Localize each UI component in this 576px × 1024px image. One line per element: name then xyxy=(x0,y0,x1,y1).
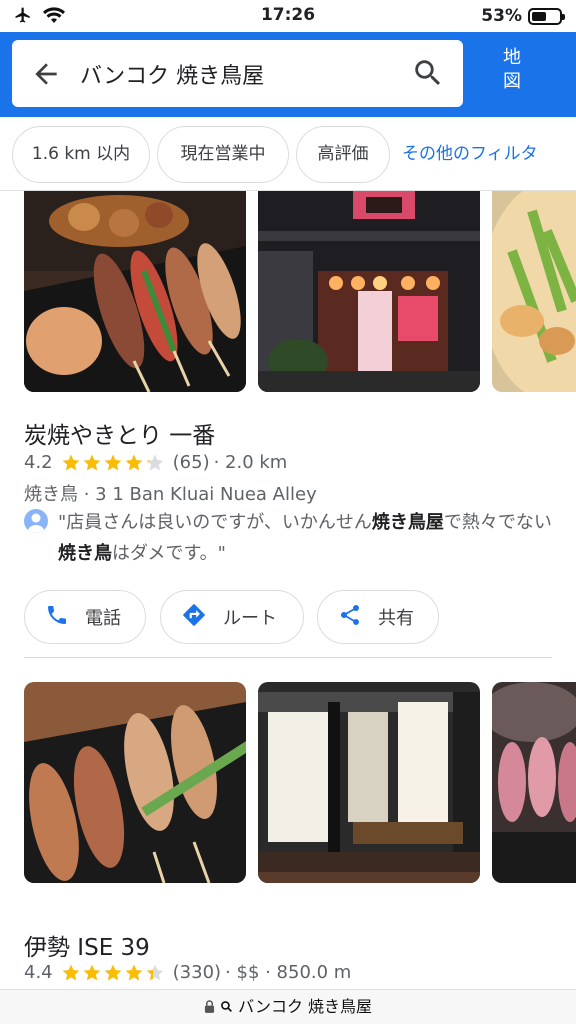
search-header: バンコク 焼き鳥屋 地 図 xyxy=(0,32,576,117)
share-button[interactable]: 共有 xyxy=(317,590,439,644)
lock-icon xyxy=(204,997,220,1016)
star-icon xyxy=(125,964,142,980)
rating-stars xyxy=(61,963,165,983)
phone-icon xyxy=(45,603,69,632)
rating-value: 4.4 xyxy=(24,962,53,983)
search-box[interactable]: バンコク 焼き鳥屋 xyxy=(12,40,463,107)
rating-row: 4.2 (65) · 2.0 km xyxy=(24,452,287,473)
star-icon xyxy=(146,454,163,470)
more-filters-link[interactable]: その他のフィルタ xyxy=(402,126,538,183)
battery-icon xyxy=(528,7,565,25)
result-2-photos xyxy=(24,682,576,883)
search-small-icon xyxy=(220,997,238,1016)
result-name[interactable]: 伊勢 ISE 39 xyxy=(24,928,150,962)
star-icon xyxy=(125,454,142,470)
result-1-photos xyxy=(24,191,576,392)
map-button-label-1: 地 xyxy=(503,47,521,68)
rating-value: 4.2 xyxy=(24,452,53,473)
star-icon xyxy=(83,964,100,980)
filter-chip-top-rated[interactable]: 高評価 xyxy=(296,126,390,183)
call-button[interactable]: 電話 xyxy=(24,590,146,644)
status-bar: 17:26 53% xyxy=(0,0,576,32)
route-button[interactable]: ルート xyxy=(160,590,304,644)
share-icon xyxy=(338,603,362,632)
star-icon xyxy=(62,964,79,980)
star-icon xyxy=(146,964,163,980)
result-photo[interactable] xyxy=(258,682,480,883)
battery-fill xyxy=(532,11,546,21)
result-photo[interactable] xyxy=(258,191,480,392)
share-label: 共有 xyxy=(378,608,414,629)
review-text: "店員さんは良いのですが、いかんせん焼き鳥屋で熱々でない焼き鳥はダメです。" xyxy=(58,512,552,564)
result-photo[interactable] xyxy=(24,682,246,883)
call-label: 電話 xyxy=(85,608,121,629)
directions-icon xyxy=(181,602,207,633)
review-count: (65) xyxy=(172,452,210,473)
star-icon xyxy=(83,454,100,470)
distance: · 2.0 km xyxy=(213,452,288,473)
result-photo[interactable] xyxy=(492,191,576,392)
price-distance: · $$ · 850.0 m xyxy=(225,962,352,983)
map-button-label-2: 図 xyxy=(503,71,521,92)
star-icon xyxy=(62,454,79,470)
search-icon[interactable] xyxy=(411,56,445,90)
filter-bar: 1.6 km 以内 現在営業中 高評価 その他のフィルタ xyxy=(0,117,576,191)
result-divider xyxy=(24,657,552,658)
star-icon xyxy=(104,454,121,470)
category-address: 焼き鳥 · 3 1 Ban Kluai Nuea Alley xyxy=(24,484,317,505)
star-icon xyxy=(104,964,121,980)
review-count: (330) xyxy=(172,962,222,983)
url-text: バンコク 焼き鳥屋 xyxy=(238,997,373,1016)
map-button[interactable]: 地 図 xyxy=(482,46,542,106)
battery-percent: 53% xyxy=(481,6,522,26)
reviewer-avatar-icon xyxy=(24,509,48,533)
search-input[interactable]: バンコク 焼き鳥屋 xyxy=(80,58,264,90)
result-name[interactable]: 炭焼やきとり 一番 xyxy=(24,416,215,450)
action-buttons: 電話 ルート 共有 xyxy=(24,590,554,644)
filter-chip-distance[interactable]: 1.6 km 以内 xyxy=(12,126,150,183)
result-photo[interactable] xyxy=(492,682,576,883)
filter-chip-open-now[interactable]: 現在営業中 xyxy=(157,126,289,183)
rating-stars xyxy=(61,453,165,473)
result-photo[interactable] xyxy=(24,191,246,392)
rating-row: 4.4 (330) · $$ · 850.0 m xyxy=(24,962,351,983)
route-label: ルート xyxy=(223,608,277,629)
status-right: 53% xyxy=(481,6,565,26)
browser-url-bar[interactable]: バンコク 焼き鳥屋 xyxy=(0,989,576,1024)
back-arrow-icon[interactable] xyxy=(30,58,62,90)
